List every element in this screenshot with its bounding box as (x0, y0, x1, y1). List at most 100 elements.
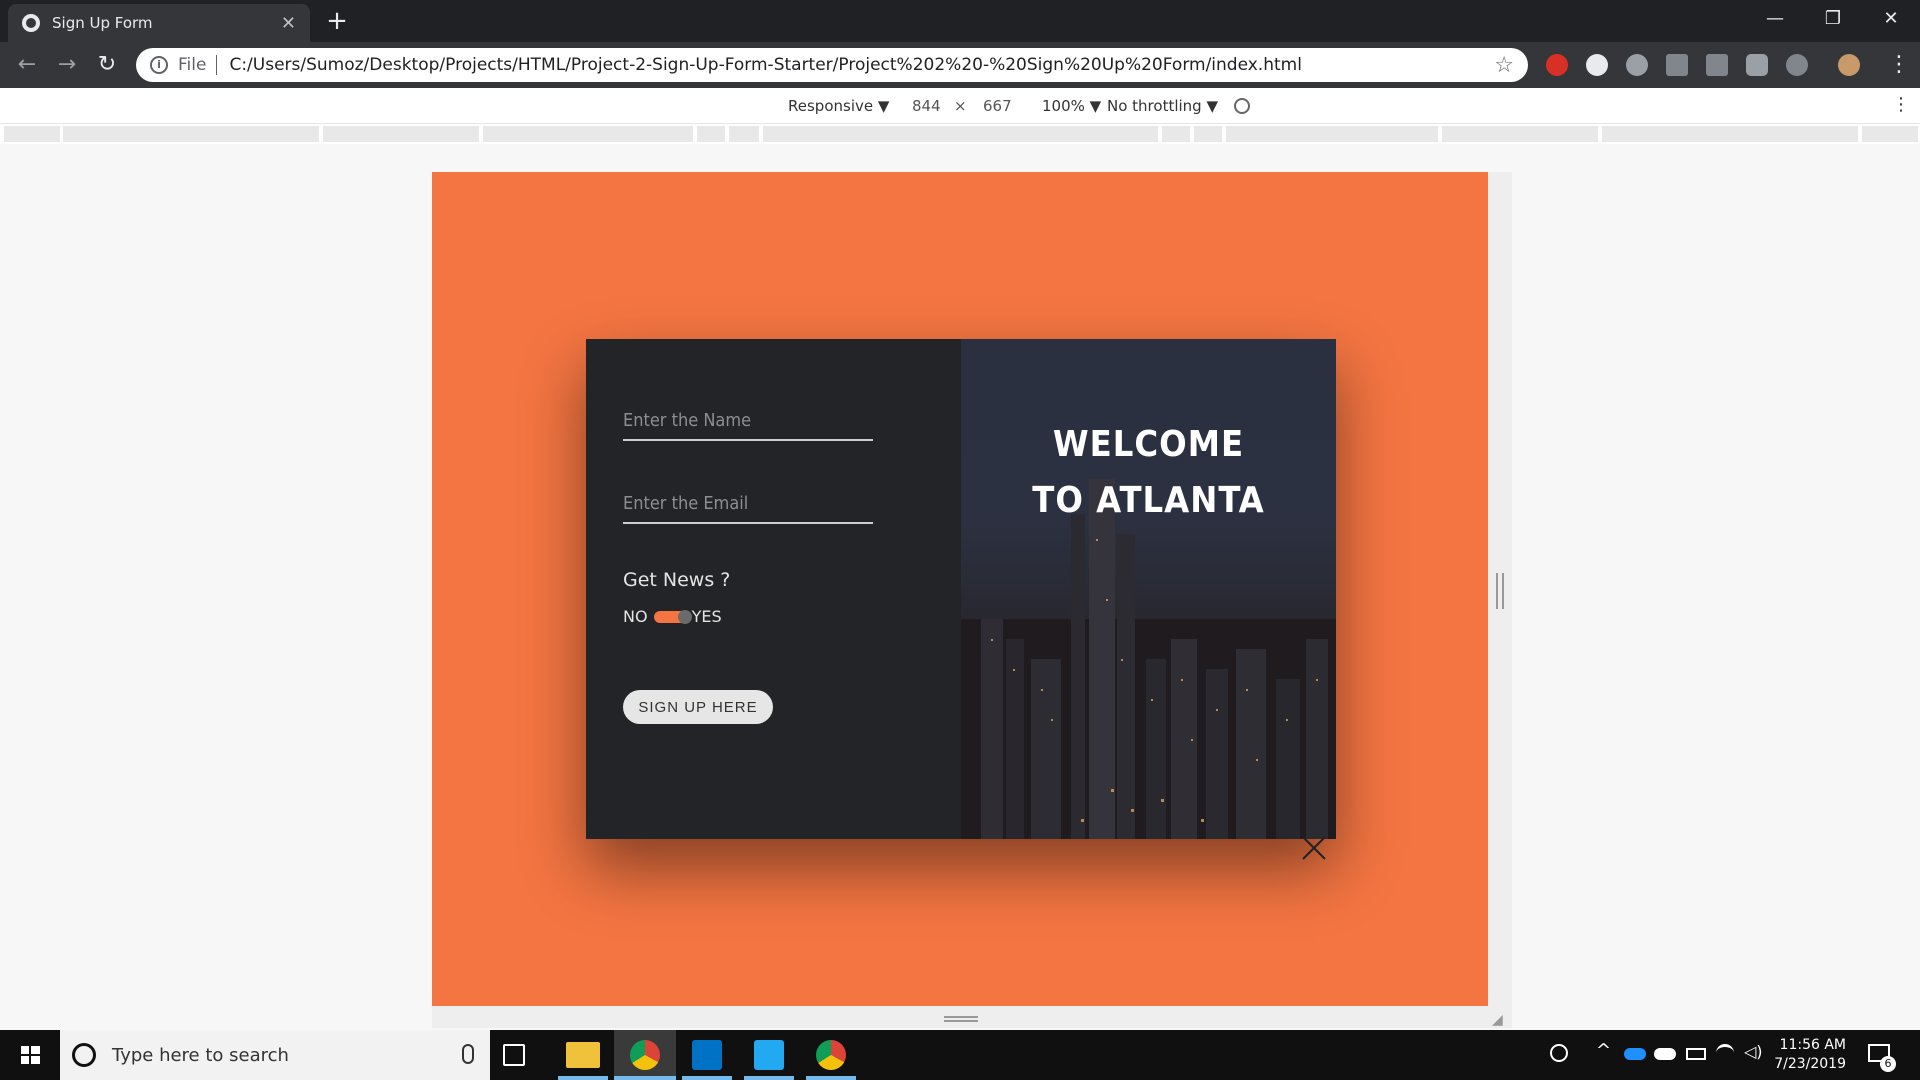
windows-start-icon[interactable] (0, 1030, 60, 1080)
cortana-icon (72, 1043, 96, 1067)
city-skyline-image (961, 479, 1336, 839)
ruler-segment[interactable] (4, 126, 60, 142)
email-field[interactable] (623, 488, 873, 524)
ruler-segment[interactable] (1862, 126, 1918, 142)
clock-time: 11:56 AM (1779, 1037, 1846, 1053)
ruler-segment[interactable] (323, 126, 479, 142)
minimize-button[interactable]: — (1746, 0, 1804, 38)
name-field[interactable] (623, 405, 873, 441)
ruler-segment[interactable] (697, 126, 725, 142)
volume-icon[interactable]: ◁) (1744, 1042, 1763, 1061)
restore-button[interactable]: ❐ (1804, 0, 1862, 38)
ruler-segment[interactable] (1602, 126, 1858, 142)
extension-pdf-icon[interactable] (1666, 54, 1688, 76)
get-news-label: Get News ? (623, 569, 731, 591)
device-height-input[interactable]: 667 (983, 97, 1012, 115)
notification-count-badge: 6 (1880, 1056, 1896, 1072)
outlook-icon[interactable] (692, 1040, 722, 1070)
microphone-icon[interactable] (462, 1044, 474, 1064)
wifi-icon[interactable] (1716, 1044, 1734, 1062)
media-query-ruler (0, 124, 1920, 144)
welcome-heading: WELCOME TO ATLANTA (961, 417, 1336, 529)
resize-handle-right[interactable] (1496, 573, 1504, 609)
active-indicator (614, 1076, 676, 1080)
ruler-segment[interactable] (483, 126, 693, 142)
battery-icon[interactable] (1686, 1048, 1706, 1060)
device-width-input[interactable]: 844 (912, 97, 941, 115)
toggle-knob[interactable] (677, 609, 692, 624)
file-explorer-icon[interactable] (566, 1042, 600, 1068)
chevron-up-icon[interactable]: ^ (1596, 1040, 1611, 1061)
rotate-icon[interactable] (1234, 98, 1250, 114)
ruler-segment[interactable] (729, 126, 759, 142)
ruler-segment[interactable] (1442, 126, 1598, 142)
profile-avatar[interactable] (1838, 54, 1860, 76)
site-info-icon[interactable]: i (150, 56, 168, 74)
active-indicator (558, 1076, 608, 1080)
welcome-line-1: WELCOME (1052, 424, 1245, 465)
browser-toolbar: ← → ↻ i File C:/Users/Sumoz/Desktop/Proj… (0, 42, 1920, 88)
windows-taskbar: Type here to search ^ ◁) 11:56 AM 7/23/2… (0, 1030, 1920, 1080)
bookmark-star-icon[interactable]: ☆ (1494, 53, 1514, 78)
close-window-button[interactable]: ✕ (1862, 0, 1920, 38)
system-clock[interactable]: 11:56 AM 7/23/2019 (1774, 1036, 1846, 1074)
active-indicator (744, 1076, 794, 1080)
clock-date: 7/23/2019 (1774, 1056, 1846, 1072)
active-indicator (806, 1076, 856, 1080)
zoom-select[interactable]: 100% ▼ (1042, 97, 1101, 115)
toggle-yes-label: YES (691, 607, 722, 626)
tab-title: Sign Up Form (52, 14, 153, 32)
active-indicator (682, 1076, 732, 1080)
signup-button[interactable]: SIGN UP HERE (623, 690, 773, 724)
ruler-segment[interactable] (763, 126, 1158, 142)
people-icon[interactable] (1550, 1044, 1568, 1062)
forward-button[interactable]: → (52, 50, 82, 80)
onedrive-icon[interactable] (1624, 1048, 1646, 1060)
reload-button[interactable]: ↻ (92, 50, 122, 80)
browser-menu-icon[interactable]: ⋮ (1888, 52, 1910, 77)
tab-close-button[interactable]: ✕ (281, 13, 296, 34)
browser-tab[interactable]: Sign Up Form ✕ (8, 4, 310, 42)
resize-handle-bottom[interactable] (944, 1016, 978, 1022)
extension-bulb-icon[interactable] (1626, 54, 1648, 76)
vscode-icon[interactable] (754, 1040, 784, 1070)
chrome-icon[interactable] (816, 1040, 846, 1070)
address-url[interactable]: C:/Users/Sumoz/Desktop/Projects/HTML/Pro… (229, 55, 1494, 75)
welcome-image-panel: WELCOME TO ATLANTA (961, 339, 1336, 839)
signup-form-panel: Get News ? NO YES SIGN UP HERE (586, 339, 961, 839)
extension-circle-icon[interactable] (1786, 54, 1808, 76)
ruler-segment[interactable] (1162, 126, 1190, 142)
resize-handle-corner[interactable]: ◢ (1492, 1012, 1508, 1028)
news-toggle[interactable] (653, 609, 692, 624)
toggle-no-label: NO (623, 607, 648, 626)
device-toolbar: Responsive ▼ 844 × 667 100% ▼ No throttl… (0, 88, 1920, 124)
back-button[interactable]: ← (12, 50, 42, 80)
device-toolbar-more-icon[interactable]: ⋮ (1892, 94, 1910, 115)
ruler-segment[interactable] (63, 126, 319, 142)
address-bar[interactable]: i File C:/Users/Sumoz/Desktop/Projects/H… (136, 48, 1528, 82)
throttling-select[interactable]: No throttling ▼ (1107, 97, 1218, 115)
ruler-segment[interactable] (1194, 126, 1222, 142)
tab-favicon-icon (22, 14, 40, 32)
window-controls: — ❐ ✕ (1746, 0, 1920, 38)
dimension-times: × (954, 97, 967, 115)
welcome-line-2: TO ATLANTA (1032, 480, 1265, 521)
new-tab-button[interactable]: + (322, 6, 352, 36)
address-separator (216, 55, 218, 75)
cloud-icon[interactable] (1654, 1048, 1676, 1060)
browser-titlebar: Sign Up Form ✕ + — ❐ ✕ (0, 0, 1920, 42)
signup-modal: Get News ? NO YES SIGN UP HERE (586, 339, 1336, 839)
taskbar-search[interactable]: Type here to search (60, 1030, 490, 1080)
ruler-segment[interactable] (1226, 126, 1438, 142)
news-toggle-row: NO YES (623, 607, 722, 626)
extension-box-icon[interactable] (1706, 54, 1728, 76)
chrome-icon[interactable] (630, 1040, 660, 1070)
task-view-icon[interactable] (503, 1044, 525, 1066)
extension-speedometer-icon[interactable] (1586, 54, 1608, 76)
address-scheme: File (178, 55, 207, 75)
close-icon[interactable] (1300, 834, 1328, 862)
device-mode-select[interactable]: Responsive ▼ (788, 97, 889, 115)
search-placeholder: Type here to search (112, 1044, 289, 1066)
extension-adblock-icon[interactable] (1546, 54, 1568, 76)
extension-square-icon[interactable] (1746, 54, 1768, 76)
